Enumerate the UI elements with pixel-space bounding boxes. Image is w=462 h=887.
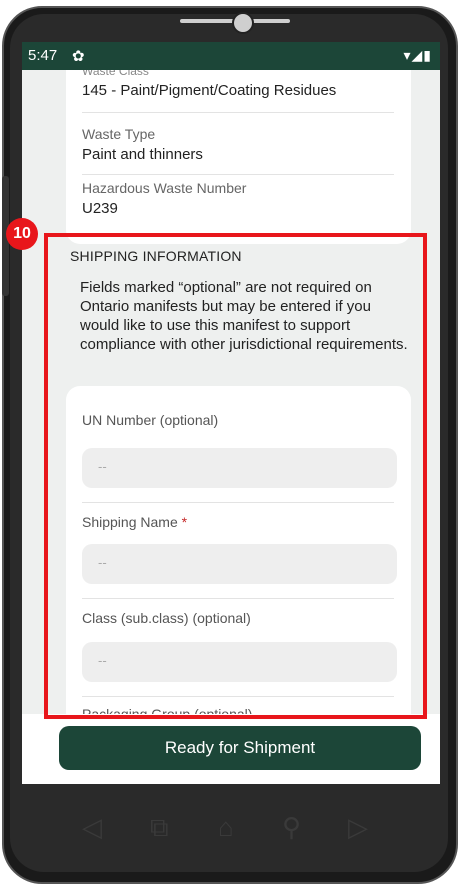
status-time: 5:47 xyxy=(28,47,58,64)
phone-device: 5:47 ✿ ▾◢▮ Waste Class 145 - Paint/Pigme… xyxy=(0,0,462,887)
gear-icon: ✿ xyxy=(72,48,85,65)
android-nav-bar: ◁ ⧉ ⌂ ⚲ ▷ xyxy=(70,812,390,848)
waste-class-label: Waste Class xyxy=(82,70,149,78)
signal-battery-icons: ▾◢▮ xyxy=(403,47,432,63)
step-badge: 10 xyxy=(6,218,38,250)
back-triangle-icon[interactable]: ◁ xyxy=(82,812,102,843)
home-icon[interactable]: ⌂ xyxy=(218,812,234,843)
hazardous-number-label: Hazardous Waste Number xyxy=(82,180,247,196)
waste-class-value: 145 - Paint/Pigment/Coating Residues xyxy=(82,82,337,99)
camera-icon xyxy=(232,12,254,34)
bottom-action-bar: Ready for Shipment xyxy=(22,714,440,784)
waste-type-value: Paint and thinners xyxy=(82,146,203,163)
hazardous-number-value: U239 xyxy=(82,200,118,217)
search-icon[interactable]: ⚲ xyxy=(282,812,301,843)
ready-for-shipment-button[interactable]: Ready for Shipment xyxy=(59,726,421,770)
highlight-annotation-box xyxy=(44,233,427,719)
waste-type-label: Waste Type xyxy=(82,126,156,142)
divider xyxy=(82,112,394,113)
forward-triangle-icon[interactable]: ▷ xyxy=(348,812,368,843)
recent-apps-icon[interactable]: ⧉ xyxy=(150,812,169,844)
waste-info-card: Waste Class 145 - Paint/Pigment/Coating … xyxy=(66,70,411,244)
status-bar: 5:47 ✿ ▾◢▮ xyxy=(22,42,440,70)
divider xyxy=(82,174,394,175)
